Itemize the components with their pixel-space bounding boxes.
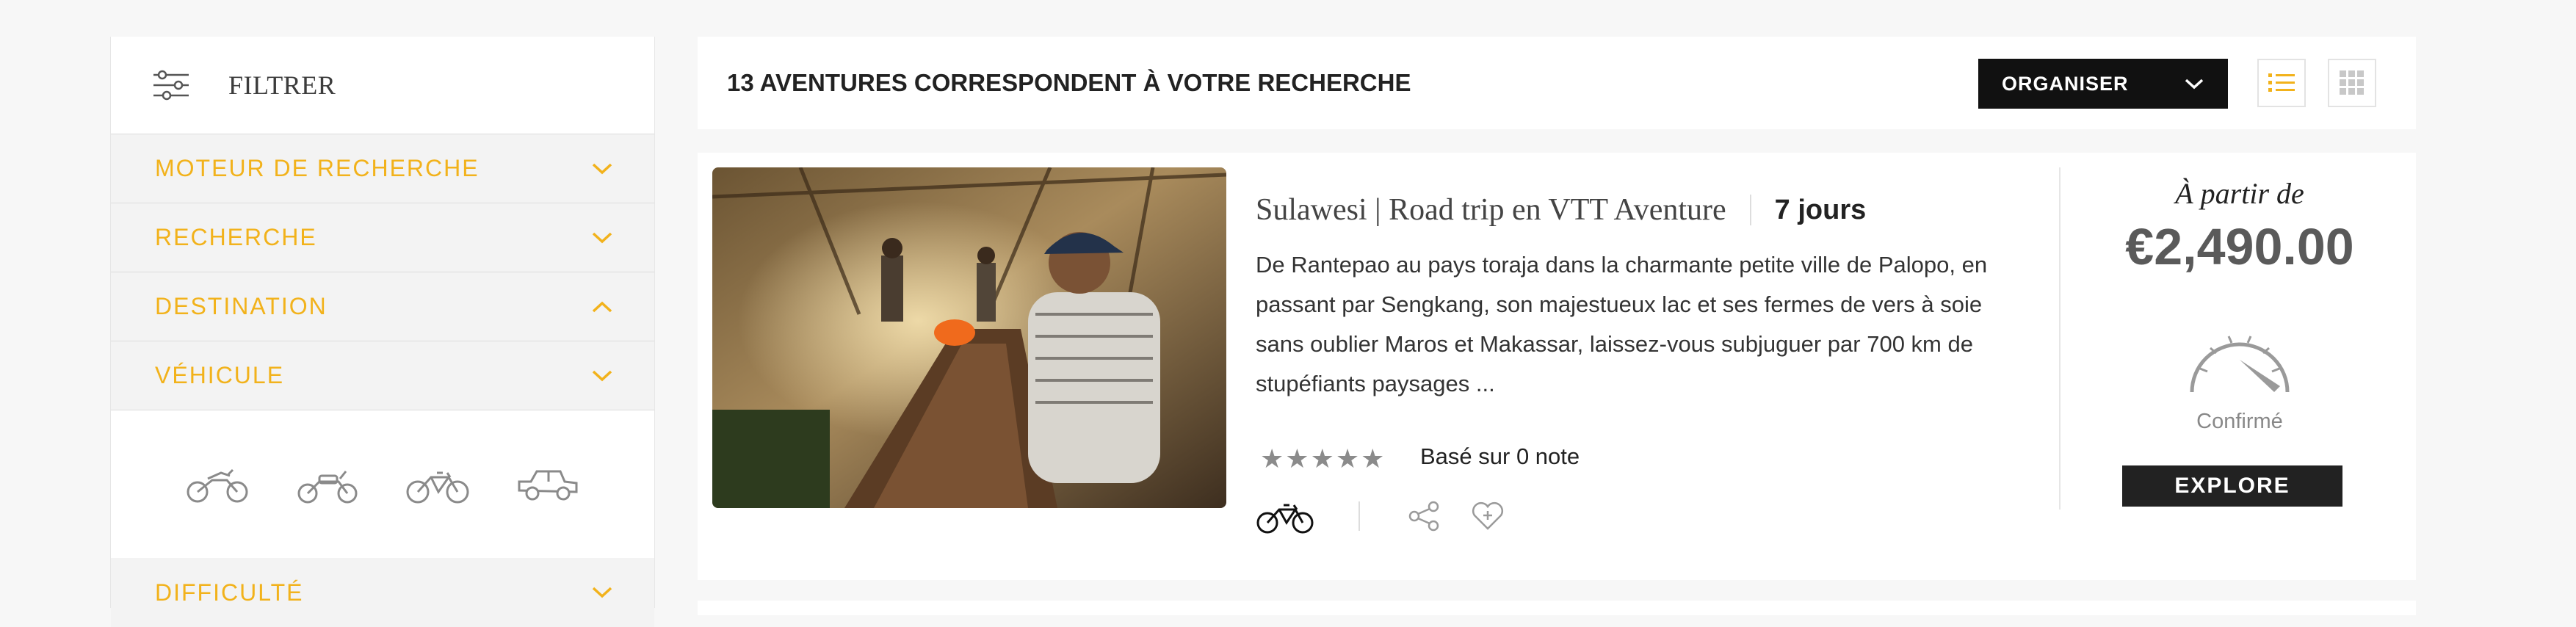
star-icon: ★ bbox=[1310, 443, 1334, 474]
filter-header: FILTRER bbox=[111, 37, 654, 134]
vehicle-options bbox=[111, 410, 654, 558]
workshop-photo bbox=[712, 167, 1226, 508]
chevron-up-icon bbox=[592, 301, 612, 312]
card-divider bbox=[2059, 167, 2061, 510]
filter-section-search[interactable]: RECHERCHE bbox=[111, 203, 654, 272]
list-view-button[interactable] bbox=[2257, 59, 2306, 107]
rating-count: Basé sur 0 note bbox=[1420, 443, 1580, 469]
next-adventure-card bbox=[698, 601, 2416, 615]
filter-section-label: DESTINATION bbox=[155, 293, 328, 319]
jeep-icon[interactable] bbox=[515, 464, 581, 505]
action-divider bbox=[1358, 501, 1360, 531]
bicycle-icon[interactable] bbox=[405, 464, 471, 505]
filter-section-search-engine[interactable]: MOTEUR DE RECHERCHE bbox=[111, 134, 654, 203]
list-icon bbox=[2268, 73, 2295, 92]
adventure-description: De Rantepao au pays toraja dans la charm… bbox=[1256, 252, 1988, 396]
sliders-icon bbox=[153, 70, 189, 101]
filter-section-label: RECHERCHE bbox=[155, 224, 317, 250]
chevron-down-icon bbox=[592, 370, 612, 381]
chevron-down-icon bbox=[592, 163, 612, 174]
heart-add-icon[interactable] bbox=[1470, 501, 1505, 532]
difficulty-gauge-icon bbox=[2190, 336, 2290, 393]
filter-section-label: MOTEUR DE RECHERCHE bbox=[155, 155, 480, 181]
star-icon: ★ bbox=[1335, 443, 1360, 474]
chevron-down-icon bbox=[592, 587, 612, 598]
card-title-row: Sulawesi | Road trip en VTT Aventure 7 j… bbox=[1256, 192, 1866, 228]
card-actions bbox=[1256, 498, 1505, 534]
share-icon[interactable] bbox=[1407, 501, 1441, 532]
chevron-down-icon bbox=[592, 232, 612, 243]
adventure-duration: 7 jours bbox=[1774, 194, 1867, 225]
motorcycle-icon[interactable] bbox=[294, 464, 361, 505]
star-icon: ★ bbox=[1260, 443, 1284, 474]
adventure-photo[interactable] bbox=[712, 167, 1226, 508]
adventure-price: €2,490.00 bbox=[2125, 218, 2354, 275]
explore-button[interactable]: EXPLORE bbox=[2122, 465, 2342, 507]
star-icon: ★ bbox=[1361, 443, 1385, 474]
filter-section-label: DIFFICULTÉ bbox=[155, 579, 304, 606]
dirt-bike-icon[interactable] bbox=[184, 464, 250, 505]
filter-section-label: VÉHICULE bbox=[155, 362, 285, 388]
bicycle-icon bbox=[1256, 504, 1314, 534]
filter-section-destination[interactable]: DESTINATION bbox=[111, 272, 654, 341]
results-header: 13 AVENTURES CORRESPONDENT À VOTRE RECHE… bbox=[698, 37, 2416, 129]
adventure-title[interactable]: Sulawesi | Road trip en VTT Aventure bbox=[1256, 192, 1726, 228]
grid-view-button[interactable] bbox=[2328, 59, 2376, 107]
sort-dropdown[interactable]: ORGANISER bbox=[1978, 59, 2228, 109]
star-rating: ★ ★ ★ ★ ★ bbox=[1260, 443, 1384, 474]
result-count: 13 AVENTURES CORRESPONDENT À VOTRE RECHE… bbox=[727, 69, 1411, 96]
chevron-down-icon bbox=[2185, 79, 2204, 90]
grid-icon bbox=[2340, 70, 2364, 95]
filter-section-difficulty[interactable]: DIFFICULTÉ bbox=[111, 558, 654, 627]
price-prefix: À partir de bbox=[2175, 177, 2304, 210]
sort-label: ORGANISER bbox=[2002, 72, 2129, 95]
star-icon: ★ bbox=[1285, 443, 1309, 474]
filter-sidebar: FILTRER MOTEUR DE RECHERCHE RECHERCHE DE… bbox=[110, 37, 655, 627]
title-divider bbox=[1749, 195, 1751, 225]
difficulty-level: Confirmé bbox=[2196, 410, 2283, 433]
filter-section-vehicle[interactable]: VÉHICULE bbox=[111, 341, 654, 410]
adventure-card: Sulawesi | Road trip en VTT Aventure 7 j… bbox=[698, 153, 2416, 580]
filter-title: FILTRER bbox=[228, 70, 336, 100]
